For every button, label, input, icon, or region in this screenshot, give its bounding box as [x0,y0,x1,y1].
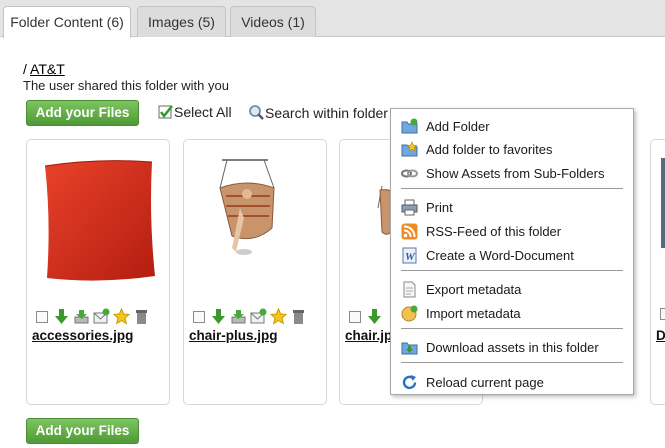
menu-item-rss-feed[interactable]: RSS-Feed of this folder [401,220,625,242]
email-icon[interactable] [93,308,110,325]
menu-item-add-folder[interactable]: Add Folder [401,115,625,137]
menu-item-label: Create a Word-Document [426,247,574,263]
rss-icon [401,223,418,239]
folder-download-icon [401,342,418,354]
menu-separator [401,328,623,329]
download-icon[interactable] [210,308,227,325]
file-card[interactable]: chair-plus.jpg [183,139,327,405]
menu-item-label: Reload current page [426,374,544,390]
select-all[interactable]: Select All [158,104,232,120]
email-icon[interactable] [250,308,267,325]
file-checkbox[interactable] [193,310,205,323]
file-card[interactable]: accessories.jpg [26,139,170,405]
save-to-basket-icon[interactable] [73,308,90,325]
breadcrumb-separator: / [23,61,27,77]
menu-item-label: Export metadata [426,281,522,297]
add-files-button-bottom[interactable]: Add your Files [26,418,139,444]
file-name-link[interactable]: accessories.jpg [32,328,133,343]
file-name-link[interactable]: chair-plus.jpg [189,328,278,343]
menu-item-label: Show Assets from Sub-Folders [426,165,605,181]
menu-item-reload-page[interactable]: Reload current page [401,371,625,393]
tab-bar: Folder Content (6) Images (5) Videos (1) [0,0,665,38]
select-all-label: Select All [174,104,232,120]
shared-notice: The user shared this folder with you [23,78,229,93]
file-thumbnail[interactable] [192,148,318,298]
file-actions [193,308,307,325]
file-checkbox[interactable] [36,310,48,323]
word-doc-icon: W [402,247,417,263]
breadcrumb: / AT&T [23,61,65,77]
reload-icon [402,374,417,389]
menu-item-add-favorites[interactable]: Add folder to favorites [401,138,625,160]
download-icon[interactable] [366,308,383,325]
folder-add-icon [401,118,418,133]
file-actions [349,308,383,325]
menu-item-import-metadata[interactable]: Import metadata [401,302,625,324]
search-label: Search within folder [265,104,388,121]
add-files-button[interactable]: Add your Files [26,100,139,126]
menu-item-label: Add folder to favorites [426,141,553,157]
menu-item-create-word-doc[interactable]: W Create a Word-Document [401,244,625,266]
menu-separator [401,188,623,189]
tab-videos[interactable]: Videos (1) [230,6,316,37]
printer-icon [401,199,418,215]
chain-icon [401,169,418,177]
file-name-link[interactable]: D [656,328,665,343]
search-icon [249,105,264,120]
save-to-basket-icon[interactable] [230,308,247,325]
menu-item-download-assets[interactable]: Download assets in this folder [401,336,625,358]
context-menu: Add Folder Add folder to favorites Show … [390,108,634,395]
tab-images[interactable]: Images (5) [137,6,226,37]
checkmark-icon [158,105,173,119]
menu-item-label: Add Folder [426,118,490,134]
menu-separator [401,362,623,363]
download-icon[interactable] [53,308,70,325]
file-checkbox[interactable] [349,310,361,323]
menu-item-show-subfolder-assets[interactable]: Show Assets from Sub-Folders [401,162,625,184]
file-checkbox[interactable] [660,308,665,320]
menu-item-export-metadata[interactable]: Export metadata [401,278,625,300]
file-actions [36,308,150,325]
file-actions [660,308,665,320]
export-doc-icon [403,281,416,297]
menu-separator [401,270,623,271]
trash-icon[interactable] [133,308,150,325]
folder-star-icon [401,140,418,156]
tab-folder-content[interactable]: Folder Content (6) [3,6,131,38]
menu-item-label: Download assets in this folder [426,339,599,355]
breadcrumb-folder-link[interactable]: AT&T [30,61,65,77]
import-icon [401,305,418,321]
file-thumbnail[interactable] [35,148,161,298]
star-icon[interactable] [113,308,130,325]
file-thumbnail[interactable] [661,148,665,298]
menu-item-label: Import metadata [426,305,521,321]
menu-item-label: RSS-Feed of this folder [426,223,562,239]
trash-icon[interactable] [290,308,307,325]
svg-text:W: W [405,251,416,263]
search-within-folder[interactable]: Search within folder [248,104,388,121]
menu-item-label: Print [426,199,453,215]
file-card[interactable]: D [650,139,665,405]
menu-item-print[interactable]: Print [401,196,625,218]
star-icon[interactable] [270,308,287,325]
